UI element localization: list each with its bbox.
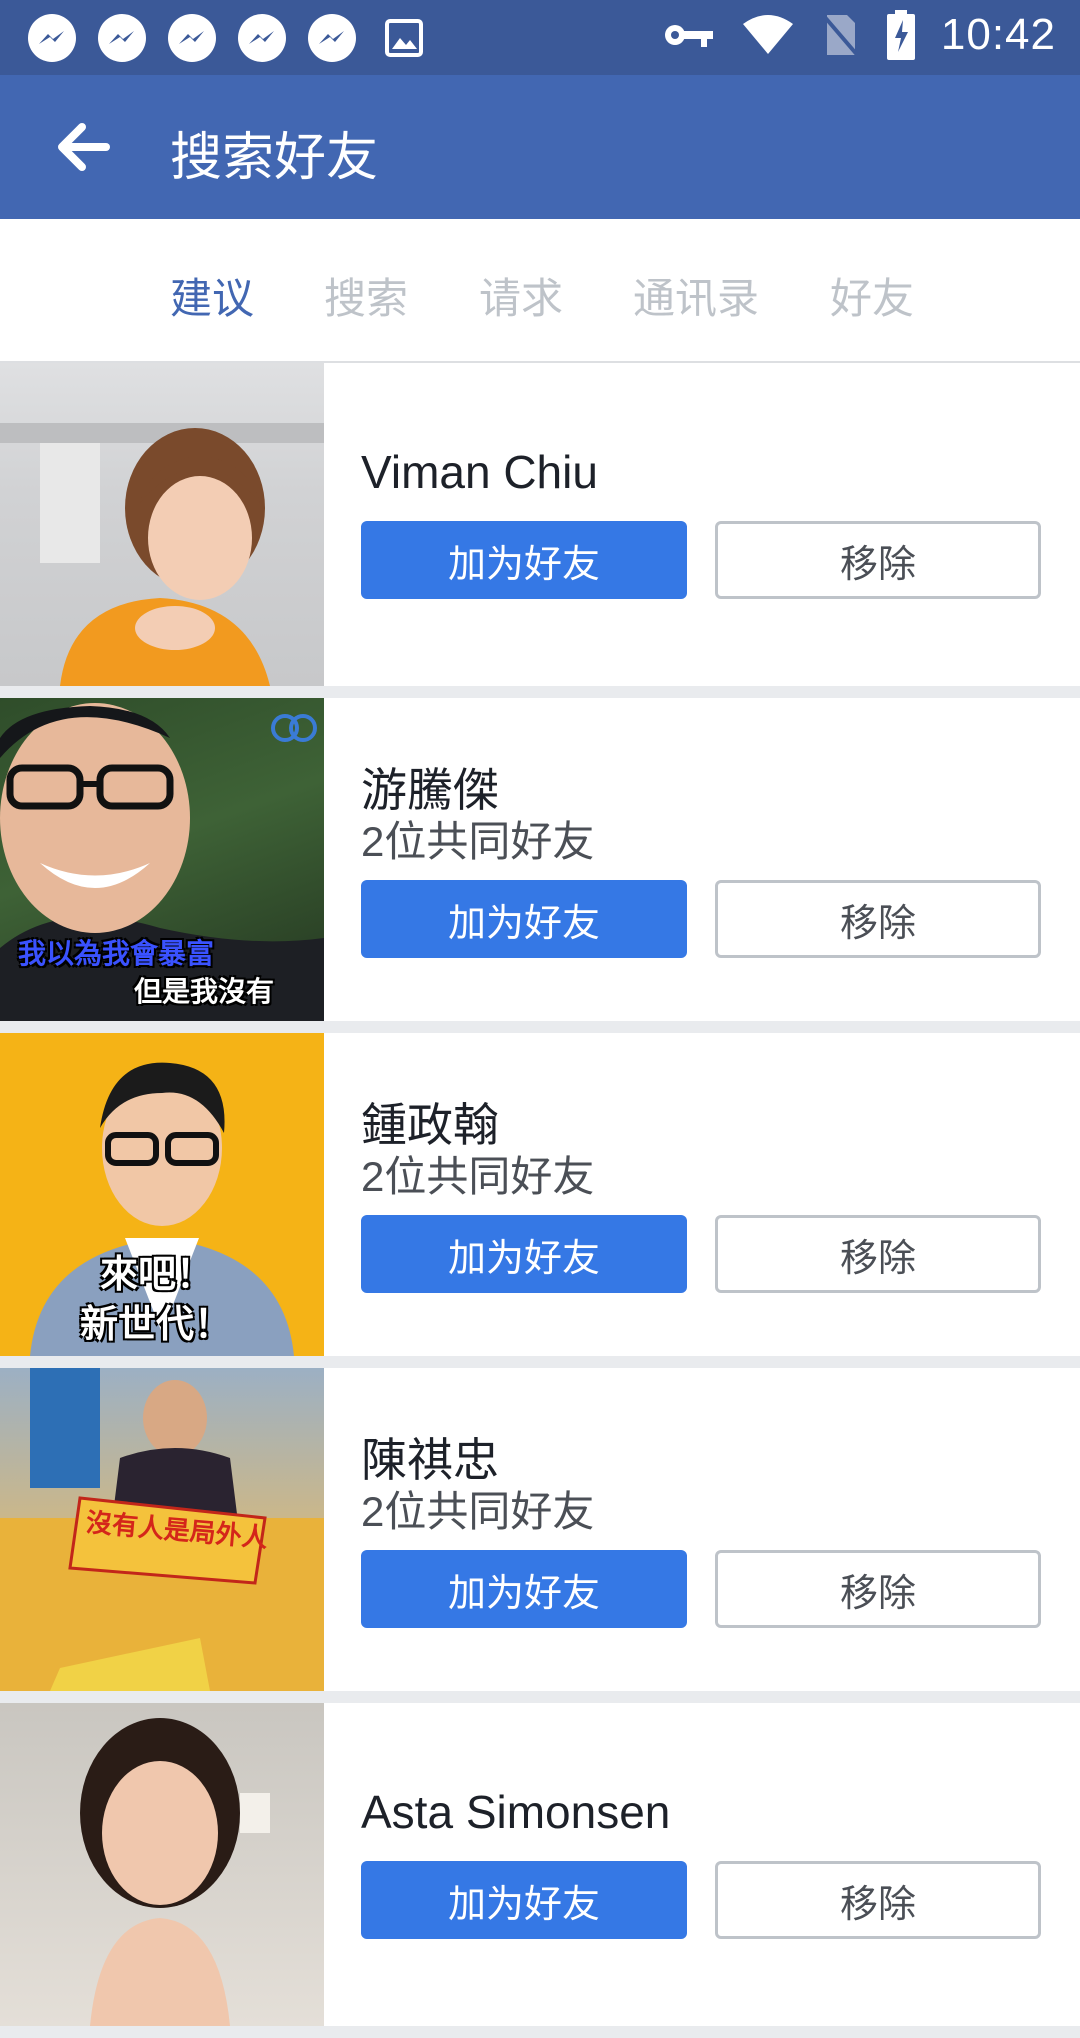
photo-caption: 新世代！: [80, 1302, 233, 1346]
remove-button[interactable]: 移除: [715, 521, 1041, 599]
tab-contacts[interactable]: 通讯录: [633, 265, 759, 326]
messenger-icon: [168, 14, 216, 62]
messenger-icon: [308, 14, 356, 62]
battery-charging-icon: [886, 10, 915, 60]
remove-button[interactable]: 移除: [715, 1861, 1041, 1939]
status-bar: 10:42: [0, 0, 1080, 75]
status-time: 10:42: [940, 10, 1056, 59]
photo-caption: 我以為我會暴富: [18, 937, 215, 970]
suggestion-list: Viman Chiu 加为好友 移除 我以為我會暴富 但是我沒有 游騰傑 2位共…: [0, 363, 1080, 2038]
tab-suggestions[interactable]: 建议: [170, 265, 254, 326]
add-friend-button[interactable]: 加为好友: [361, 1550, 687, 1628]
profile-photo[interactable]: 我以為我會暴富 但是我沒有: [0, 698, 324, 1021]
add-friend-button[interactable]: 加为好友: [361, 521, 687, 599]
remove-button[interactable]: 移除: [715, 1550, 1041, 1628]
vpn-key-icon: [664, 25, 713, 47]
photo-caption: 來吧！: [100, 1252, 215, 1296]
suggestion-card: 來吧！ 新世代！ 鍾政翰 2位共同好友 加为好友 移除: [0, 1033, 1080, 1356]
friend-name[interactable]: Viman Chiu: [361, 445, 598, 499]
suggestion-card: 沒有人是局外人 陳祺忠 2位共同好友 加为好友 移除: [0, 1368, 1080, 1691]
add-friend-button[interactable]: 加为好友: [361, 880, 687, 958]
add-friend-button[interactable]: 加为好友: [361, 1861, 687, 1939]
image-icon: [385, 19, 423, 57]
tab-friends[interactable]: 好友: [830, 265, 914, 326]
tab-requests[interactable]: 请求: [479, 265, 563, 326]
photo-caption: 但是我沒有: [134, 975, 275, 1008]
profile-photo[interactable]: 來吧！ 新世代！: [0, 1033, 324, 1356]
suggestion-card: 我以為我會暴富 但是我沒有 游騰傑 2位共同好友 加为好友 移除: [0, 698, 1080, 1021]
suggestion-info: Asta Simonsen 加为好友 移除: [361, 1703, 1080, 2026]
profile-photo[interactable]: 沒有人是局外人: [0, 1368, 324, 1691]
mutual-friends[interactable]: 2位共同好友: [361, 1143, 594, 1204]
suggestion-card: Viman Chiu 加为好友 移除: [0, 363, 1080, 686]
profile-photo[interactable]: [0, 363, 324, 686]
notification-icons: [28, 14, 424, 62]
messenger-icon: [28, 14, 76, 62]
remove-button[interactable]: 移除: [715, 1215, 1041, 1293]
app-bar: 搜索好友: [0, 75, 1080, 219]
suggestion-info: 鍾政翰 2位共同好友 加为好友 移除: [361, 1033, 1080, 1356]
profile-photo[interactable]: [0, 1703, 324, 2026]
page-title: 搜索好友: [170, 129, 379, 187]
no-sim-icon: [821, 13, 861, 59]
mutual-friends[interactable]: 2位共同好友: [361, 1478, 594, 1539]
friend-name[interactable]: Asta Simonsen: [361, 1785, 670, 1839]
suggestion-info: 游騰傑 2位共同好友 加为好友 移除: [361, 698, 1080, 1021]
mutual-friends[interactable]: 2位共同好友: [361, 808, 594, 869]
back-arrow-icon[interactable]: [56, 123, 110, 171]
suggestion-info: 陳祺忠 2位共同好友 加为好友 移除: [361, 1368, 1080, 1691]
messenger-icon: [238, 14, 286, 62]
messenger-icon: [98, 14, 146, 62]
remove-button[interactable]: 移除: [715, 880, 1041, 958]
suggestion-info: Viman Chiu 加为好友 移除: [361, 363, 1080, 686]
tab-search[interactable]: 搜索: [324, 265, 408, 326]
wifi-icon: [742, 15, 793, 54]
tab-bar: 建议 搜索 请求 通讯录 好友: [0, 219, 1080, 363]
suggestion-card: Asta Simonsen 加为好友 移除: [0, 1703, 1080, 2026]
add-friend-button[interactable]: 加为好友: [361, 1215, 687, 1293]
system-icons: 10:42: [663, 10, 1056, 60]
